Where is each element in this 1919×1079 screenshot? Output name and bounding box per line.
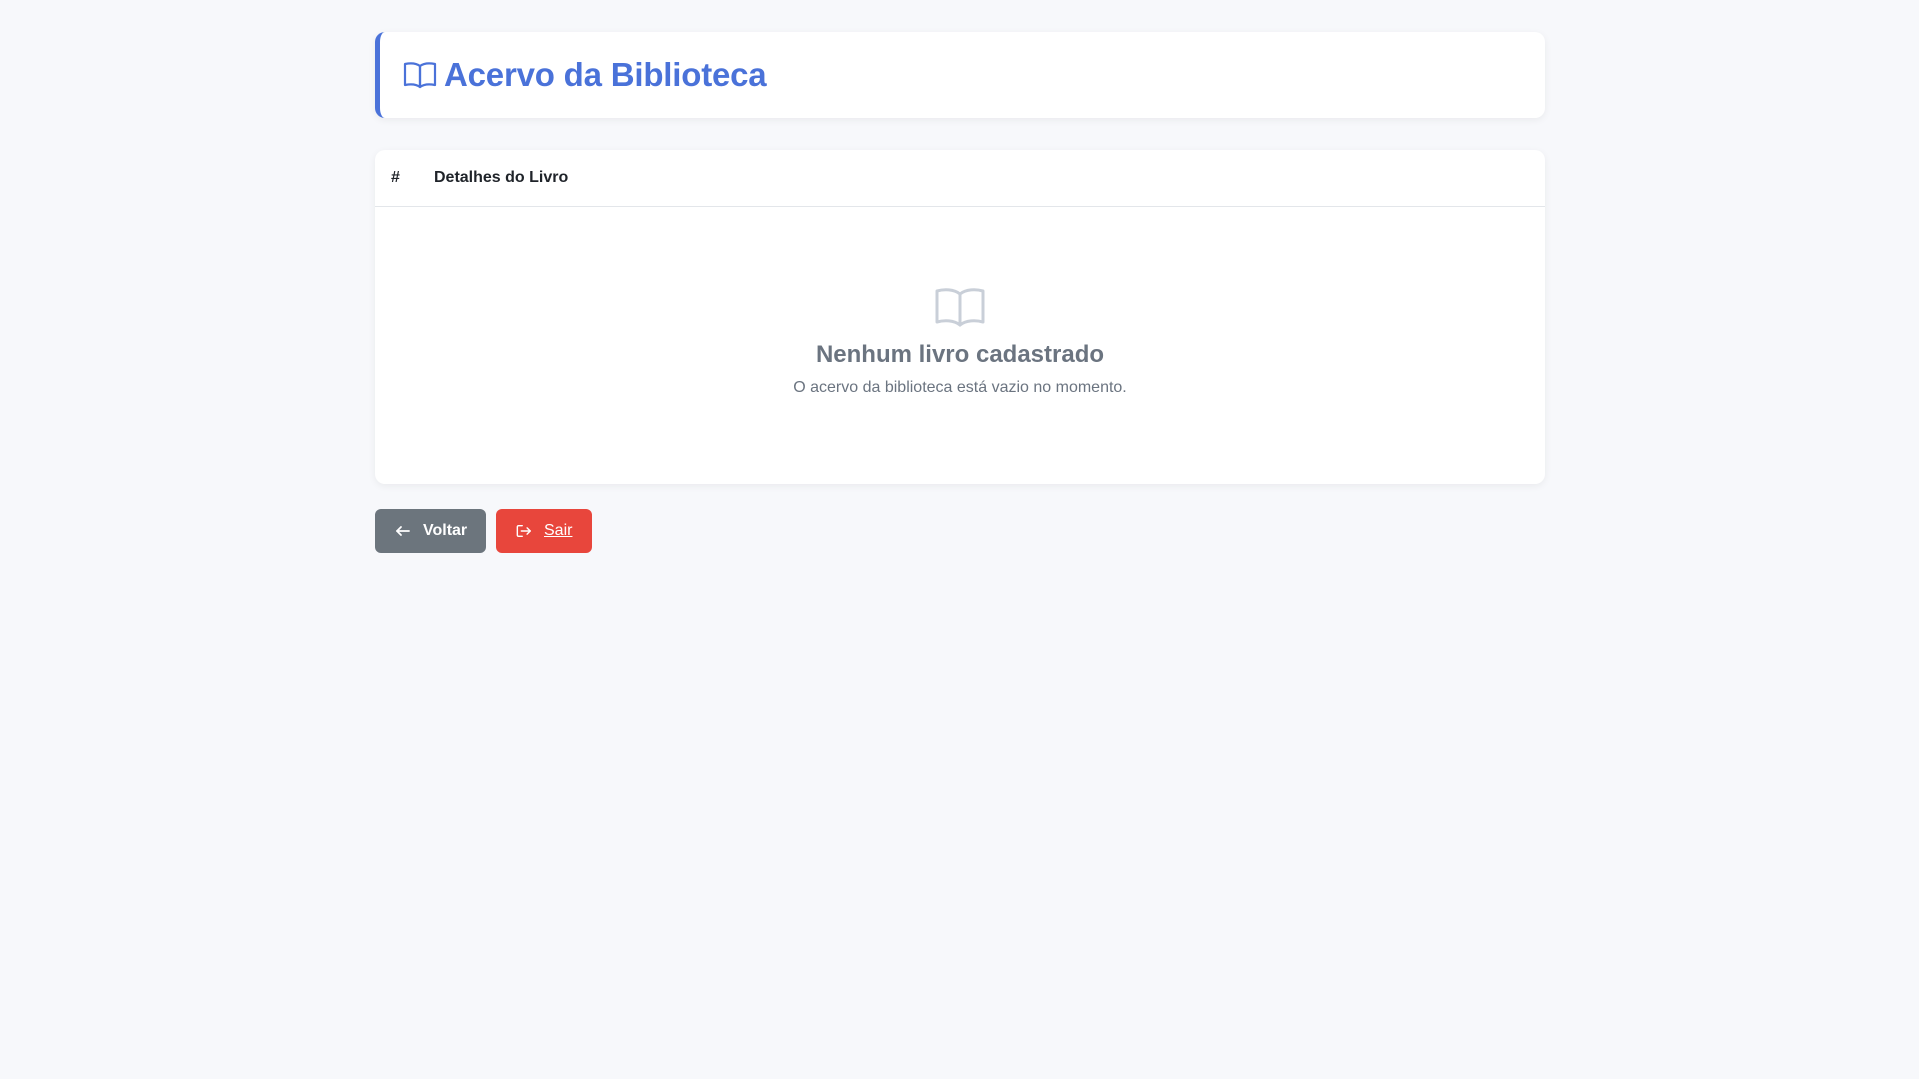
exit-button[interactable]: Sair: [496, 509, 592, 553]
column-header-number: #: [391, 169, 400, 186]
page-container: Acervo da Biblioteca # Detalhes do Livro…: [375, 32, 1545, 553]
page-header: Acervo da Biblioteca: [375, 32, 1545, 118]
book-open-icon: [934, 285, 986, 329]
exit-button-label: Sair: [544, 522, 573, 539]
arrow-left-icon: [395, 523, 411, 539]
empty-state-subtitle: O acervo da biblioteca está vazio no mom…: [793, 379, 1127, 396]
book-open-icon: [403, 60, 437, 90]
empty-state: Nenhum livro cadastrado O acervo da bibl…: [375, 207, 1545, 397]
column-header-details: Detalhes do Livro: [434, 169, 569, 186]
back-button-label: Voltar: [423, 522, 468, 539]
action-bar: Voltar Sair: [375, 509, 1545, 553]
books-table: # Detalhes do Livro Nenhum livro cadastr…: [375, 150, 1545, 484]
empty-state-title: Nenhum livro cadastrado: [815, 341, 1105, 368]
sign-out-icon: [516, 523, 532, 539]
table-header: # Detalhes do Livro: [375, 150, 1545, 207]
page-title: Acervo da Biblioteca: [444, 56, 767, 93]
back-button[interactable]: Voltar: [375, 509, 486, 553]
